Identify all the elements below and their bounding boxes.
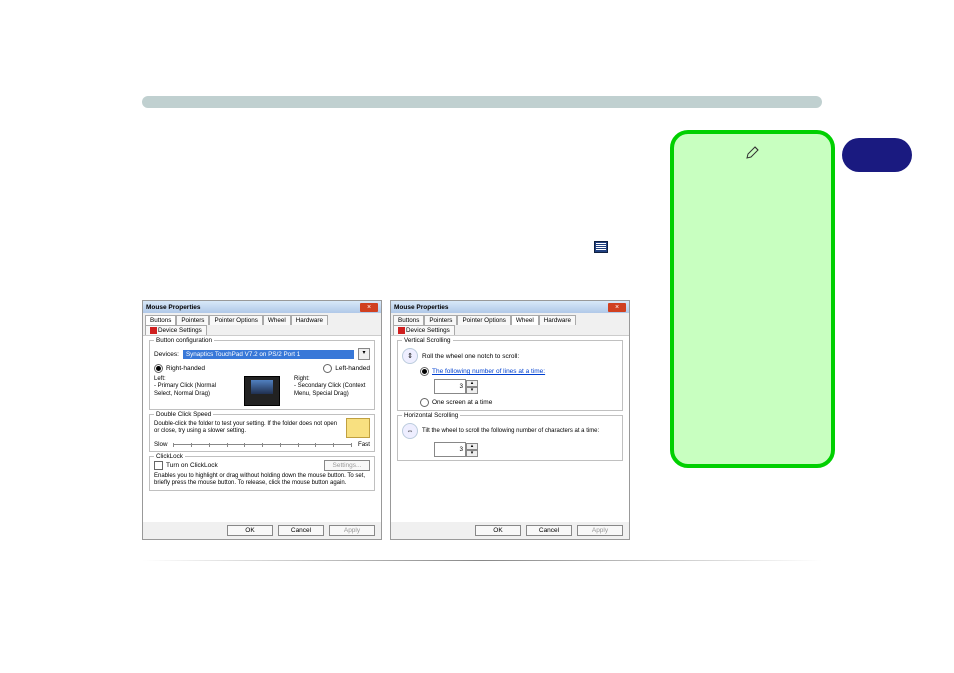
tilt-wheel-icon: ⇔ (402, 423, 418, 439)
folder-test-icon[interactable] (346, 418, 370, 438)
chars-spinner-input[interactable] (434, 442, 466, 457)
vertical-scrolling-group: Vertical Scrolling ⇕ Roll the wheel one … (397, 340, 623, 411)
group-title: Double Click Speed (154, 411, 213, 418)
mouse-properties-dialog-wheel: Mouse Properties × Buttons Pointers Poin… (390, 300, 630, 540)
tilt-label: Tilt the wheel to scroll the following n… (422, 428, 618, 435)
tab-hardware[interactable]: Hardware (539, 315, 576, 325)
group-title: ClickLock (154, 453, 185, 460)
fast-label: Fast (358, 441, 370, 448)
roll-label: Roll the wheel one notch to scroll: (422, 353, 519, 360)
tab-wheel[interactable]: Wheel (511, 315, 539, 325)
footer-divider (142, 560, 822, 561)
left-handed-radio[interactable]: Left-handed (323, 364, 370, 373)
tab-bar: Buttons Pointers Pointer Options Wheel H… (391, 313, 629, 336)
double-click-desc: Double-click the folder to test your set… (154, 421, 342, 435)
right-handed-radio[interactable]: Right-handed (154, 364, 205, 373)
group-title: Button configuration (154, 337, 214, 344)
tab-buttons[interactable]: Buttons (393, 315, 424, 325)
note-callout (670, 130, 835, 468)
margin-badge (842, 138, 912, 172)
control-panel-icon (594, 241, 608, 253)
screen-radio-label: One screen at a time (432, 399, 492, 406)
devices-label: Devices: (154, 351, 179, 358)
lines-radio[interactable]: The following number of lines at a time: (420, 367, 545, 376)
cancel-button[interactable]: Cancel (526, 525, 572, 536)
right-button-label: Right: (294, 376, 370, 383)
titlebar[interactable]: Mouse Properties × (143, 301, 381, 313)
cancel-button[interactable]: Cancel (278, 525, 324, 536)
right-handed-label: Right-handed (166, 365, 205, 372)
clicklock-group: ClickLock Turn on ClickLock Settings... … (149, 456, 375, 491)
window-title: Mouse Properties (146, 304, 201, 311)
window-title: Mouse Properties (394, 304, 449, 311)
ok-button[interactable]: OK (475, 525, 521, 536)
tab-hardware[interactable]: Hardware (291, 315, 328, 325)
tab-device-settings-label: Device Settings (406, 327, 450, 334)
slow-label: Slow (154, 441, 167, 448)
tab-device-settings-label: Device Settings (158, 327, 202, 334)
tab-pointer-options[interactable]: Pointer Options (209, 315, 262, 325)
button-configuration-group: Button configuration Devices: Synaptics … (149, 340, 375, 410)
apply-button[interactable]: Apply (577, 525, 623, 536)
mouse-properties-dialog-buttons: Mouse Properties × Buttons Pointers Poin… (142, 300, 382, 540)
close-button[interactable]: × (608, 303, 626, 312)
pen-icon (745, 144, 761, 165)
lines-radio-label: The following number of lines at a time: (432, 368, 545, 375)
tab-wheel[interactable]: Wheel (263, 315, 291, 325)
touchpad-image (244, 376, 280, 406)
left-button-label: Left: (154, 376, 230, 383)
tab-device-settings[interactable]: Device Settings (145, 325, 207, 335)
spin-down-icon[interactable]: ▾ (466, 387, 478, 394)
right-button-desc: - Secondary Click (Context Menu, Special… (294, 383, 370, 397)
group-title: Vertical Scrolling (402, 337, 453, 344)
tab-buttons[interactable]: Buttons (145, 315, 176, 325)
double-click-speed-group: Double Click Speed Double-click the fold… (149, 414, 375, 452)
tab-device-settings[interactable]: Device Settings (393, 325, 455, 335)
tab-pointers[interactable]: Pointers (176, 315, 209, 325)
group-title: Horizontal Scrolling (402, 412, 460, 419)
wheel-icon: ⇕ (402, 348, 418, 364)
ok-button[interactable]: OK (227, 525, 273, 536)
clicklock-label: Turn on ClickLock (166, 462, 218, 469)
tab-pointers[interactable]: Pointers (424, 315, 457, 325)
tab-pointer-options[interactable]: Pointer Options (457, 315, 510, 325)
spin-down-icon[interactable]: ▾ (466, 450, 478, 457)
turn-on-clicklock-checkbox[interactable]: Turn on ClickLock (154, 461, 218, 470)
clicklock-settings-button[interactable]: Settings... (324, 460, 370, 471)
left-button-desc: - Primary Click (Normal Select, Normal D… (154, 383, 230, 397)
devices-dropdown[interactable]: Synaptics TouchPad V7.2 on PS/2 Port 1 (183, 350, 354, 359)
double-click-speed-slider[interactable] (173, 444, 352, 445)
clicklock-desc: Enables you to highlight or drag without… (154, 473, 370, 487)
spin-up-icon[interactable]: ▴ (466, 380, 478, 387)
titlebar[interactable]: Mouse Properties × (391, 301, 629, 313)
apply-button[interactable]: Apply (329, 525, 375, 536)
tab-bar: Buttons Pointers Pointer Options Wheel H… (143, 313, 381, 336)
header-lozenge (142, 96, 822, 108)
screen-radio[interactable]: One screen at a time (420, 398, 492, 407)
spin-up-icon[interactable]: ▴ (466, 443, 478, 450)
lines-spinner-input[interactable] (434, 379, 466, 394)
horizontal-scrolling-group: Horizontal Scrolling ⇔ Tilt the wheel to… (397, 415, 623, 461)
left-handed-label: Left-handed (335, 365, 370, 372)
chevron-down-icon[interactable]: ▾ (358, 348, 370, 360)
close-button[interactable]: × (360, 303, 378, 312)
